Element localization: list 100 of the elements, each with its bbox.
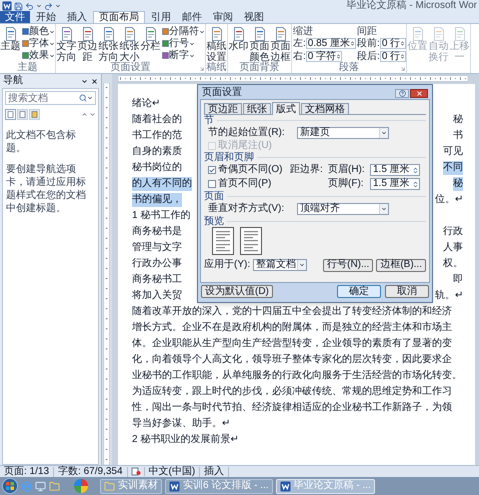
dialog-title: 页面设置: [202, 88, 242, 98]
ribbon-button[interactable]: 页面颜色: [249, 26, 270, 63]
ribbon-menu-button[interactable]: 断字: [162, 50, 205, 61]
ribbon-button[interactable]: 文字方向: [56, 26, 77, 63]
body-text: 书的偏见，: [132, 193, 182, 207]
dialog-tab[interactable]: 纸张: [243, 103, 271, 114]
spinner-icon: [400, 54, 406, 59]
body-text: 体。企业职能从生产型向生产经营型转变，企业领导的素质有了显著的变: [132, 337, 452, 351]
body-text: 书: [453, 129, 463, 143]
spinner-icon: [412, 166, 419, 174]
dialog-tab[interactable]: 页边距: [204, 103, 242, 114]
checkbox-label: 首页不同(P): [218, 179, 272, 189]
close-button[interactable]: [410, 88, 428, 98]
group-label: 稿纸: [206, 63, 226, 73]
caret-icon[interactable]: [81, 78, 88, 84]
previous-icon[interactable]: [81, 110, 88, 118]
field-label: 右:: [293, 51, 306, 62]
body-text: 秘: [453, 177, 463, 191]
monitor-icon[interactable]: [35, 480, 46, 492]
dialog-launcher-icon[interactable]: [199, 66, 205, 72]
ribbon-tab[interactable]: 邮件: [177, 11, 207, 23]
pinwheel-icon[interactable]: [74, 479, 88, 493]
help-button[interactable]: [395, 88, 409, 98]
ok-button[interactable]: 确定: [337, 285, 381, 298]
ribbon-tab[interactable]: 审阅: [208, 11, 238, 23]
dropdown-field[interactable]: 新建页: [297, 127, 389, 139]
ribbon-menu-button[interactable]: 分隔符: [162, 26, 205, 37]
ribbon-button[interactable]: 分栏: [140, 26, 161, 52]
checkbox-label: 取消尾注(U): [218, 141, 272, 151]
ribbon-menu-button[interactable]: 字体: [22, 38, 55, 49]
ribbon-button[interactable]: 纸张大小: [119, 26, 140, 63]
ribbon-button[interactable]: 主题: [0, 26, 21, 52]
ribbon-tab[interactable]: 插入: [62, 11, 92, 23]
redo-icon[interactable]: [44, 2, 53, 10]
page-icon: [144, 27, 158, 41]
field-label: 段前:: [357, 38, 380, 49]
ribbon-menu-button[interactable]: 行号: [162, 38, 205, 49]
start-button[interactable]: [2, 478, 18, 494]
ribbon-button[interactable]: 页边距: [77, 26, 98, 63]
checkbox[interactable]: [208, 166, 216, 174]
body-text: 业秘书的工作职能，从单纯服务的行政化向服务于生活经营的市场化转变。: [132, 369, 462, 383]
body-text: 行政办公事: [132, 257, 182, 271]
ribbon-button[interactable]: 纸张方向: [98, 26, 119, 63]
body-text: 随着改革开放的深入，党的十四届五中全会提出了转变经济体制的和经济: [132, 305, 452, 319]
caret-icon: [36, 3, 42, 9]
dialog-tab[interactable]: 文档网格: [301, 103, 349, 114]
caret-icon: [87, 95, 93, 101]
body-text: 随着社会的: [132, 113, 182, 127]
spin-field[interactable]: 0 行: [380, 38, 406, 49]
close-icon[interactable]: [91, 78, 98, 84]
body-text: 书工作的范: [132, 129, 182, 143]
caret-icon: [299, 262, 306, 268]
undo-icon[interactable]: [25, 2, 34, 10]
dropdown-field[interactable]: 整篇文档: [253, 259, 308, 271]
spin-field[interactable]: 0 行: [380, 51, 406, 62]
ribbon-menu-button[interactable]: 效果: [22, 50, 55, 61]
save-icon[interactable]: [14, 2, 23, 10]
ribbon-button[interactable]: 水印: [228, 26, 249, 52]
caret-icon: [381, 206, 387, 212]
line-numbers-button[interactable]: 行号(N)...: [323, 258, 374, 272]
ribbon-tab[interactable]: 页面布局: [93, 11, 145, 23]
ribbon-button[interactable]: 页面边框: [270, 26, 291, 63]
body-text: 秘书岗位的: [132, 161, 182, 175]
swatch-icon: [22, 52, 29, 59]
body-text: 绪论↵: [132, 97, 160, 111]
ribbon-button[interactable]: 稿纸设置: [206, 26, 227, 63]
body-text: 商务秘书工: [132, 273, 182, 287]
word-logo-icon: [2, 1, 12, 11]
spin-field[interactable]: 0 字符: [306, 51, 342, 62]
ribbon-menu-button[interactable]: 颜色: [22, 26, 55, 37]
ribbon-tab[interactable]: 开始: [31, 11, 61, 23]
spin-field[interactable]: 1.5 厘米: [370, 178, 420, 190]
dropdown-field[interactable]: 顶端对齐: [297, 203, 389, 215]
page-icon: [60, 27, 74, 41]
spin-field[interactable]: 1.5 厘米: [370, 164, 420, 176]
nav-tab[interactable]: [17, 108, 28, 120]
body-text: 位。↵: [435, 193, 463, 207]
ribbon-tab[interactable]: 文件: [0, 11, 30, 23]
nav-tab[interactable]: [29, 108, 40, 120]
dialog-launcher-icon[interactable]: [400, 66, 406, 72]
dialog-tab[interactable]: 版式: [272, 102, 300, 115]
set-default-button[interactable]: 设为默认值(D): [201, 285, 273, 298]
search-icon[interactable]: [79, 94, 87, 102]
body-text: 将加入关贸: [132, 289, 182, 303]
spinner-icon: [412, 180, 419, 188]
swatch-icon: [22, 40, 29, 47]
ribbon-tab[interactable]: 引用: [146, 11, 176, 23]
checkbox[interactable]: [208, 180, 216, 188]
nav-tab[interactable]: [5, 108, 16, 120]
cancel-button[interactable]: 取消: [385, 285, 429, 298]
group-label: 主题: [18, 63, 38, 73]
next-icon[interactable]: [89, 110, 96, 118]
section-heading: 页眉和页脚: [204, 152, 254, 162]
body-text: 2 秘书职业的发展前景↵: [132, 433, 238, 447]
ribbon-tab[interactable]: 视图: [239, 11, 269, 23]
proofing-icon[interactable]: [130, 467, 141, 476]
borders-button[interactable]: 边框(B)...: [376, 258, 426, 272]
checkbox-label: 奇偶页不同(O): [218, 165, 282, 175]
spin-field[interactable]: 0.85 厘米: [306, 38, 356, 49]
swatch-icon: [162, 40, 169, 47]
